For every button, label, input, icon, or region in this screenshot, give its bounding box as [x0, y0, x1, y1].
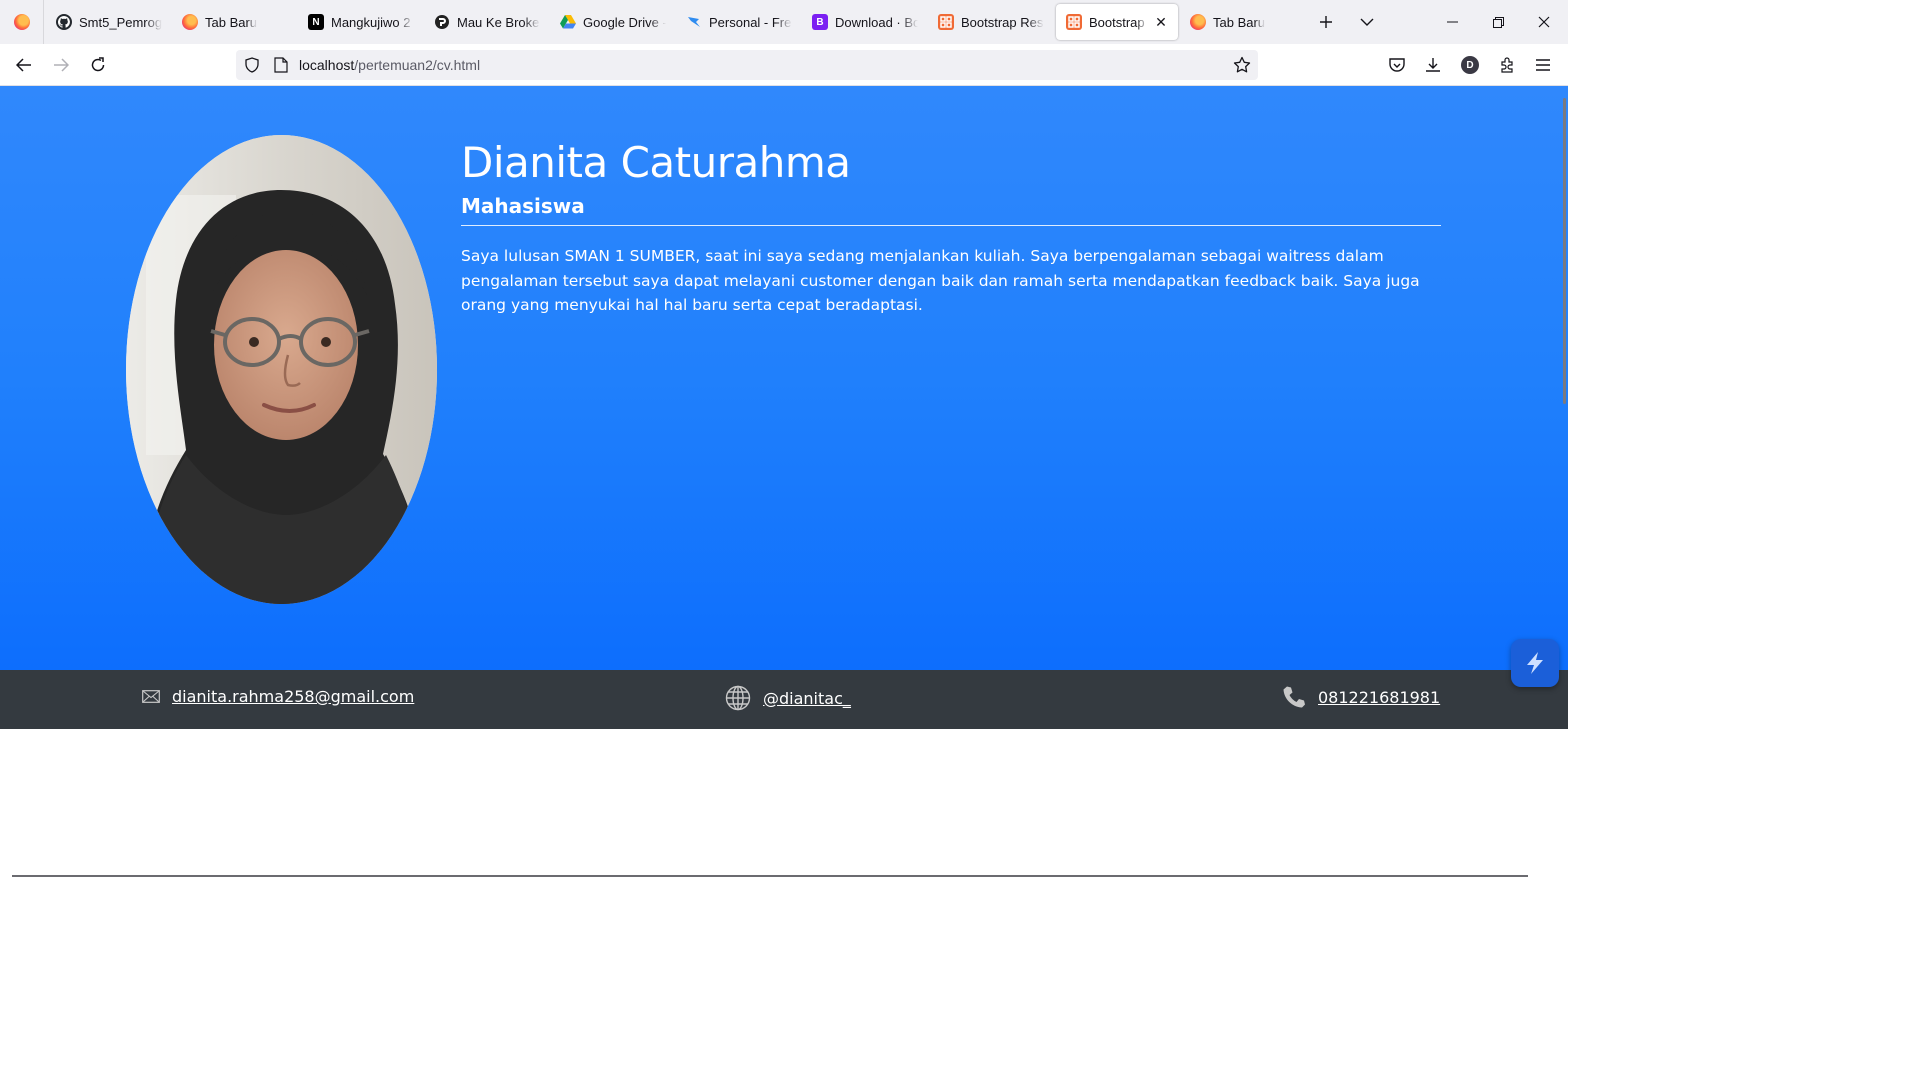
tab-title: Google Drive - — [583, 14, 666, 30]
page-bottom-divider — [12, 875, 1528, 877]
netflix-n-icon: N — [308, 14, 324, 30]
template-icon — [1066, 14, 1082, 30]
tracking-protection-shield-icon[interactable] — [244, 57, 260, 78]
back-button[interactable] — [10, 51, 38, 79]
navigation-toolbar: localhost/pertemuan2/cv.html D — [0, 44, 1568, 86]
bookmark-star-icon[interactable] — [1233, 56, 1251, 79]
tab-mangkujiwo[interactable]: N Mangkujiwo 2 ( — [298, 4, 424, 40]
tab-title: Smt5_Pemrogra — [79, 14, 162, 30]
email-link[interactable]: dianita.rahma258@gmail.com — [172, 687, 414, 706]
tab-strip: Smt5_Pemrogra Tab Baru N Mangkujiwo 2 ( … — [0, 0, 1568, 44]
page-info-icon[interactable] — [274, 57, 288, 78]
contact-phone: 081221681981 — [1282, 685, 1440, 709]
phone-link[interactable]: 081221681981 — [1318, 688, 1440, 707]
url-host: localhost — [299, 57, 355, 73]
floating-extension-button[interactable] — [1511, 639, 1559, 687]
social-link[interactable]: @dianitac_ — [763, 689, 851, 708]
new-tab-button[interactable] — [1312, 8, 1340, 36]
contact-bar: dianita.rahma258@gmail.com @dianitac_ 08… — [0, 670, 1568, 729]
github-icon — [56, 14, 72, 30]
tab-title: Tab Baru — [1213, 14, 1266, 30]
tab-personal-free[interactable]: Personal - Free — [676, 4, 802, 40]
downloads-button[interactable] — [1419, 51, 1447, 79]
profile-role: Mahasiswa — [461, 194, 585, 218]
app-menu-button[interactable] — [1529, 51, 1557, 79]
bird-icon — [686, 14, 702, 30]
tab-title: Personal - Free — [709, 14, 792, 30]
contact-email: dianita.rahma258@gmail.com — [142, 687, 414, 706]
tab-title: Download · Bo — [835, 14, 918, 30]
tab-bootstrap-resume-1[interactable]: Bootstrap Resu — [928, 4, 1054, 40]
firefox-view-button[interactable] — [0, 0, 44, 44]
tab-smt5[interactable]: Smt5_Pemrogra — [46, 4, 172, 40]
envelope-icon — [142, 690, 160, 703]
firefox-icon — [182, 14, 198, 30]
tab-download-bootstrap[interactable]: B Download · Bo — [802, 4, 928, 40]
page-viewport: Dianita Caturahma Mahasiswa Saya lulusan… — [0, 86, 1568, 882]
tab-title: Mau Ke Broken — [457, 14, 540, 30]
tab-title: Mangkujiwo 2 ( — [331, 14, 414, 30]
close-window-button[interactable] — [1521, 0, 1567, 44]
tab-title: Tab Baru — [205, 14, 258, 30]
lightning-icon — [1527, 652, 1543, 674]
tab-title: Bootstrap Resu — [961, 14, 1044, 30]
tab-bootstrap-resume-active[interactable]: Bootstrap Re ✕ — [1056, 4, 1178, 40]
tab-new-2[interactable]: Tab Baru — [1180, 4, 1306, 40]
minimize-button[interactable] — [1429, 0, 1475, 44]
url-text[interactable]: localhost/pertemuan2/cv.html — [299, 57, 480, 73]
profile-summary: Saya lulusan SMAN 1 SUMBER, saat ini say… — [461, 247, 1420, 314]
tab-mau-ke-broken[interactable]: Mau Ke Broken — [424, 4, 550, 40]
profile-name: Dianita Caturahma — [461, 138, 851, 187]
tab-title: Bootstrap Re — [1089, 14, 1148, 30]
list-all-tabs-button[interactable] — [1353, 8, 1381, 36]
globe-icon — [725, 685, 751, 711]
firefox-icon — [13, 14, 30, 30]
profile-header: Dianita Caturahma Mahasiswa Saya lulusan… — [0, 86, 1568, 670]
url-path: /pertemuan2/cv.html — [354, 57, 481, 73]
bootstrap-icon: B — [812, 14, 828, 30]
reload-button[interactable] — [84, 51, 112, 79]
divider — [461, 225, 1441, 226]
google-drive-icon — [560, 14, 576, 30]
web-icon — [434, 14, 450, 30]
profile-photo — [126, 135, 437, 604]
page-scrollbar[interactable] — [1563, 98, 1566, 404]
firefox-icon — [1190, 14, 1206, 30]
template-icon — [938, 14, 954, 30]
forward-button[interactable] — [47, 51, 75, 79]
restore-button[interactable] — [1475, 0, 1521, 44]
account-button[interactable]: D — [1456, 51, 1484, 79]
tab-google-drive[interactable]: Google Drive - — [550, 4, 676, 40]
url-bar[interactable]: localhost/pertemuan2/cv.html — [236, 50, 1258, 80]
contact-social: @dianitac_ — [725, 685, 851, 711]
extensions-button[interactable] — [1493, 51, 1521, 79]
tab-new-1[interactable]: Tab Baru — [172, 4, 298, 40]
close-tab-icon[interactable]: ✕ — [1152, 13, 1170, 31]
avatar: D — [1461, 56, 1479, 74]
pocket-button[interactable] — [1383, 51, 1411, 79]
phone-icon — [1282, 685, 1306, 709]
